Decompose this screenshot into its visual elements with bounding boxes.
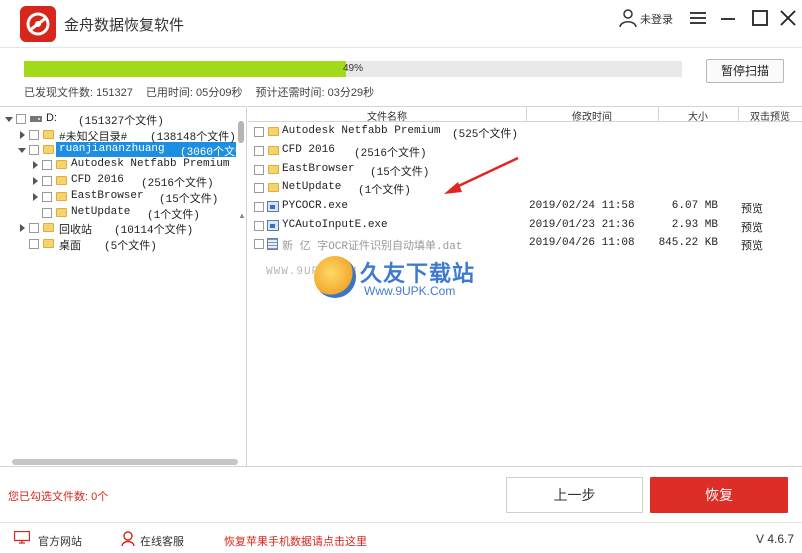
tree-item-desktop[interactable]: 桌面 (5个文件)	[0, 236, 240, 253]
folder-icon	[43, 130, 54, 139]
folder-icon	[56, 192, 67, 201]
file-row[interactable]: EastBrowser (15个文件)	[248, 161, 802, 179]
file-row[interactable]: YCAutoInputE.exe 2019/01/23 21:36 2.93 M…	[248, 217, 802, 235]
file-checkbox[interactable]	[254, 221, 264, 231]
tree-checkbox[interactable]	[16, 114, 26, 124]
elapsed-time: 已用时间: 05分09秒	[145, 87, 243, 99]
tree-checkbox[interactable]	[29, 239, 39, 249]
scan-stats: 已发现文件数: 151327 已用时间: 05分09秒 预计还需时间: 03分2…	[24, 84, 384, 100]
iphone-recovery-link[interactable]: 恢复苹果手机数据请点击这里	[224, 533, 367, 549]
preview-link[interactable]: 预览	[741, 200, 763, 216]
collapsed-arrow-icon[interactable]	[17, 223, 27, 233]
tree-item-recycle-bin[interactable]: 回收站 (10114个文件)	[0, 220, 240, 237]
exe-file-icon	[267, 201, 279, 212]
tree-item-cfd-2016[interactable]: CFD 2016 (2516个文件)	[0, 173, 240, 190]
folder-icon	[268, 165, 279, 174]
app-title: 金舟数据恢复软件	[64, 17, 185, 34]
tree-item-autodesk[interactable]: Autodesk Netfabb Premium	[0, 157, 240, 173]
folder-icon	[56, 208, 67, 217]
tree-item-unknown-parent[interactable]: #未知父目录# (138148个文件)	[0, 127, 240, 144]
folder-icon	[43, 239, 54, 248]
folder-icon	[43, 145, 54, 154]
close-icon[interactable]	[778, 8, 798, 28]
folder-icon	[43, 223, 54, 232]
exe-file-icon	[267, 220, 279, 231]
back-button[interactable]: 上一步	[506, 477, 643, 513]
found-files-count: 已发现文件数: 151327	[24, 87, 133, 99]
tree-checkbox[interactable]	[42, 176, 52, 186]
folder-icon	[268, 146, 279, 155]
tree-item-eastbrowser[interactable]: EastBrowser (15个文件)	[0, 189, 240, 206]
footer-bar: 官方网站 在线客服 恢复苹果手机数据请点击这里 V 4.6.7	[0, 522, 802, 553]
file-row[interactable]: Autodesk Netfabb Premium (525个文件)	[248, 123, 802, 141]
tree-checkbox[interactable]	[42, 160, 52, 170]
file-checkbox[interactable]	[254, 239, 264, 249]
drive-icon	[30, 116, 42, 122]
title-bar: 金舟数据恢复软件 未登录	[0, 0, 802, 48]
watermark-globe-icon	[314, 256, 356, 298]
column-header-size[interactable]: 大小	[658, 108, 738, 123]
collapsed-arrow-icon[interactable]	[30, 160, 40, 170]
file-checkbox[interactable]	[254, 127, 264, 137]
scan-progress-label: 49%	[342, 63, 363, 74]
preview-link[interactable]: 预览	[741, 237, 763, 253]
tree-checkbox[interactable]	[42, 208, 52, 218]
pause-scan-button[interactable]: 暂停扫描	[706, 59, 784, 83]
scroll-up-arrow-icon[interactable]: ▲	[238, 211, 246, 220]
file-checkbox[interactable]	[254, 202, 264, 212]
column-header-name[interactable]: 文件名称	[248, 108, 526, 123]
folder-icon	[56, 160, 67, 169]
official-site-link[interactable]: 官方网站	[38, 533, 82, 549]
column-header-modified[interactable]: 修改时间	[526, 108, 658, 123]
file-checkbox[interactable]	[254, 165, 264, 175]
tree-item-ruanjiananzhuang[interactable]: ruanjiananzhuang (3060个文件)	[0, 142, 240, 159]
user-icon[interactable]	[618, 8, 638, 28]
minimize-icon[interactable]	[718, 8, 738, 28]
monitor-icon[interactable]	[14, 531, 30, 544]
online-service-link[interactable]: 在线客服	[140, 533, 184, 549]
tree-item-drive-d[interactable]: D: (151327个文件)	[0, 111, 240, 128]
maximize-icon[interactable]	[750, 8, 770, 28]
file-row[interactable]: PYCOCR.exe 2019/02/24 11:58 6.07 MB 预览	[248, 198, 802, 216]
file-checkbox[interactable]	[254, 183, 264, 193]
app-logo-icon	[20, 6, 56, 42]
tree-checkbox[interactable]	[29, 145, 39, 155]
tree-checkbox[interactable]	[29, 223, 39, 233]
file-list-header: 文件名称 修改时间 大小 双击预览	[248, 106, 802, 123]
tree-checkbox[interactable]	[42, 192, 52, 202]
login-link[interactable]: 未登录	[640, 11, 673, 27]
selected-files-count: 您已勾选文件数: 0个	[8, 491, 109, 503]
recover-button[interactable]: 恢复	[650, 477, 788, 513]
tree-vertical-scrollbar[interactable]	[238, 121, 244, 143]
tree-horizontal-scrollbar[interactable]	[12, 459, 238, 465]
collapsed-arrow-icon[interactable]	[30, 176, 40, 186]
red-arrow-annotation	[444, 156, 519, 194]
remaining-time: 预计还需时间: 03分29秒	[255, 87, 375, 99]
version-label: V 4.6.7	[756, 532, 795, 546]
folder-icon	[268, 183, 279, 192]
collapsed-arrow-icon[interactable]	[17, 130, 27, 140]
watermark-logo: WWW.9UPK.COM 久友下载站 Www.9UPK.Com	[266, 254, 496, 300]
column-header-preview[interactable]: 双击预览	[738, 108, 802, 123]
tree-item-netupdate[interactable]: NetUpdate (1个文件)	[0, 205, 240, 222]
customer-service-icon[interactable]	[120, 530, 136, 546]
file-row[interactable]: 新 亿 字OCR证件识别自动填单.dat 2019/04/26 11:08 84…	[248, 235, 802, 253]
expanded-arrow-icon[interactable]	[4, 114, 14, 124]
scan-progress-bar: 49%	[24, 61, 682, 77]
file-row[interactable]: CFD 2016 (2516个文件)	[248, 142, 802, 160]
data-file-icon	[267, 238, 278, 250]
menu-icon[interactable]	[688, 8, 708, 28]
tree-checkbox[interactable]	[29, 130, 39, 140]
collapsed-arrow-icon[interactable]	[30, 192, 40, 202]
file-row[interactable]: NetUpdate (1个文件)	[248, 179, 802, 197]
folder-tree-panel: D: (151327个文件) #未知父目录# (138148个文件) ruanj…	[0, 106, 247, 466]
file-checkbox[interactable]	[254, 146, 264, 156]
expanded-arrow-icon[interactable]	[17, 145, 27, 155]
folder-icon	[268, 127, 279, 136]
folder-icon	[56, 176, 67, 185]
preview-link[interactable]: 预览	[741, 219, 763, 235]
